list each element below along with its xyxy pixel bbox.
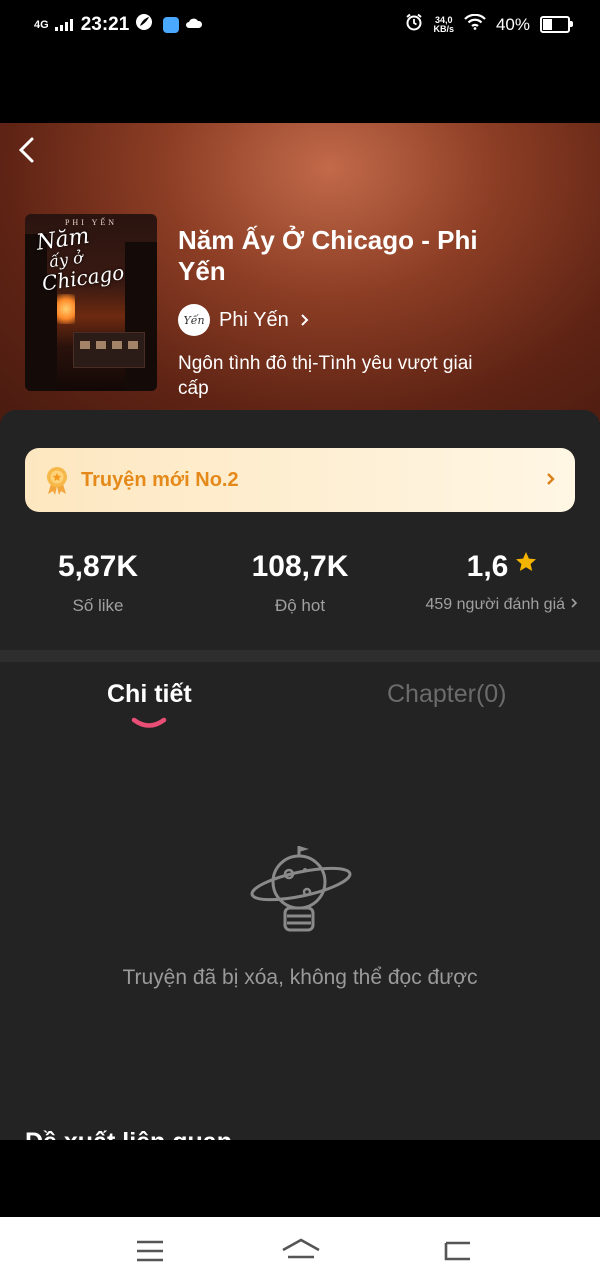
network-speed: 34,0 KB/s: [433, 15, 454, 34]
signal-icon: [54, 18, 73, 31]
hot-value: 108,7K: [251, 550, 349, 583]
hot-stat: 108,7K Độ hot: [240, 550, 360, 616]
clock: 23:21: [80, 13, 130, 35]
battery-fill: [543, 19, 552, 30]
section-divider: [0, 650, 600, 662]
book-genre: Ngôn tình đô thị-Tình yêu vượt giai cấp: [178, 353, 473, 399]
tab-chapters[interactable]: Chapter(0): [387, 680, 507, 709]
chevron-right-icon: [300, 314, 309, 326]
battery-percent: 40%: [495, 14, 530, 34]
home-icon: [282, 1238, 320, 1259]
author-name: Phi Yến: [219, 308, 289, 331]
cloud-icon: [185, 14, 203, 35]
status-bar: 4G 23:21 34,0 KB/s 40%: [0, 0, 600, 46]
rating-label-row: 459 người đánh giá: [415, 596, 590, 614]
book-header: PHI YẾN Năm ấy ở Chicago Năm Ấy Ở Chicag…: [0, 123, 600, 423]
menu-button[interactable]: [134, 1237, 166, 1270]
return-icon: [444, 1241, 470, 1261]
home-button[interactable]: [280, 1237, 322, 1270]
network-speed-unit: KB/s: [433, 23, 454, 34]
battery-icon: [540, 16, 573, 33]
likes-label: Số like: [72, 596, 124, 615]
rank-banner[interactable]: Truyện mới No.2: [25, 448, 575, 512]
wifi-icon: [464, 13, 486, 35]
network-type: 4G: [34, 18, 49, 31]
menu-icon: [137, 1240, 163, 1262]
tab-active-indicator: [131, 717, 167, 728]
alarm-icon: [405, 13, 423, 36]
likes-value: 5,87K: [57, 550, 139, 583]
chevron-left-icon: [18, 137, 34, 163]
medal-icon: [47, 467, 67, 495]
lightbulb-planet-icon: [250, 846, 352, 932]
rating-value: 1,6: [466, 550, 509, 583]
rating-value-row: 1,6: [415, 550, 590, 584]
hot-label: Độ hot: [274, 596, 326, 615]
book-title: Năm Ấy Ở Chicago - Phi Yến: [178, 225, 478, 286]
author-link[interactable]: Yến Phi Yến: [178, 304, 312, 336]
author-avatar: Yến: [178, 304, 210, 336]
bottom-overlay: [0, 1140, 600, 1217]
leaf-notification-icon: [135, 13, 153, 36]
likes-stat: 5,87K Số like: [48, 550, 148, 616]
tab-details[interactable]: Chi tiết: [107, 680, 192, 709]
stats-row: 5,87K Số like 108,7K Độ hot 1,6 459 ngườ…: [0, 550, 600, 640]
star-icon: [516, 552, 537, 571]
chevron-right-icon: [547, 473, 555, 485]
app-notification-icon: [163, 16, 180, 33]
back-nav-button[interactable]: [440, 1237, 474, 1270]
chevron-right-icon: [571, 598, 578, 608]
back-button[interactable]: [8, 129, 48, 169]
system-nav-bar: [0, 1217, 600, 1287]
rating-count-label: 459 người đánh giá: [425, 596, 566, 613]
rating-stat[interactable]: 1,6 459 người đánh giá: [415, 550, 590, 614]
book-cover[interactable]: PHI YẾN Năm ấy ở Chicago: [25, 214, 157, 391]
empty-state-message: Truyện đã bị xóa, không thể đọc được: [122, 966, 478, 989]
rank-label: Truyện mới No.2: [81, 468, 239, 491]
content-panel: Truyện mới No.2 5,87K Số like 108,7K Độ …: [0, 410, 600, 1156]
cover-title-text: Năm ấy ở Chicago: [35, 223, 126, 296]
